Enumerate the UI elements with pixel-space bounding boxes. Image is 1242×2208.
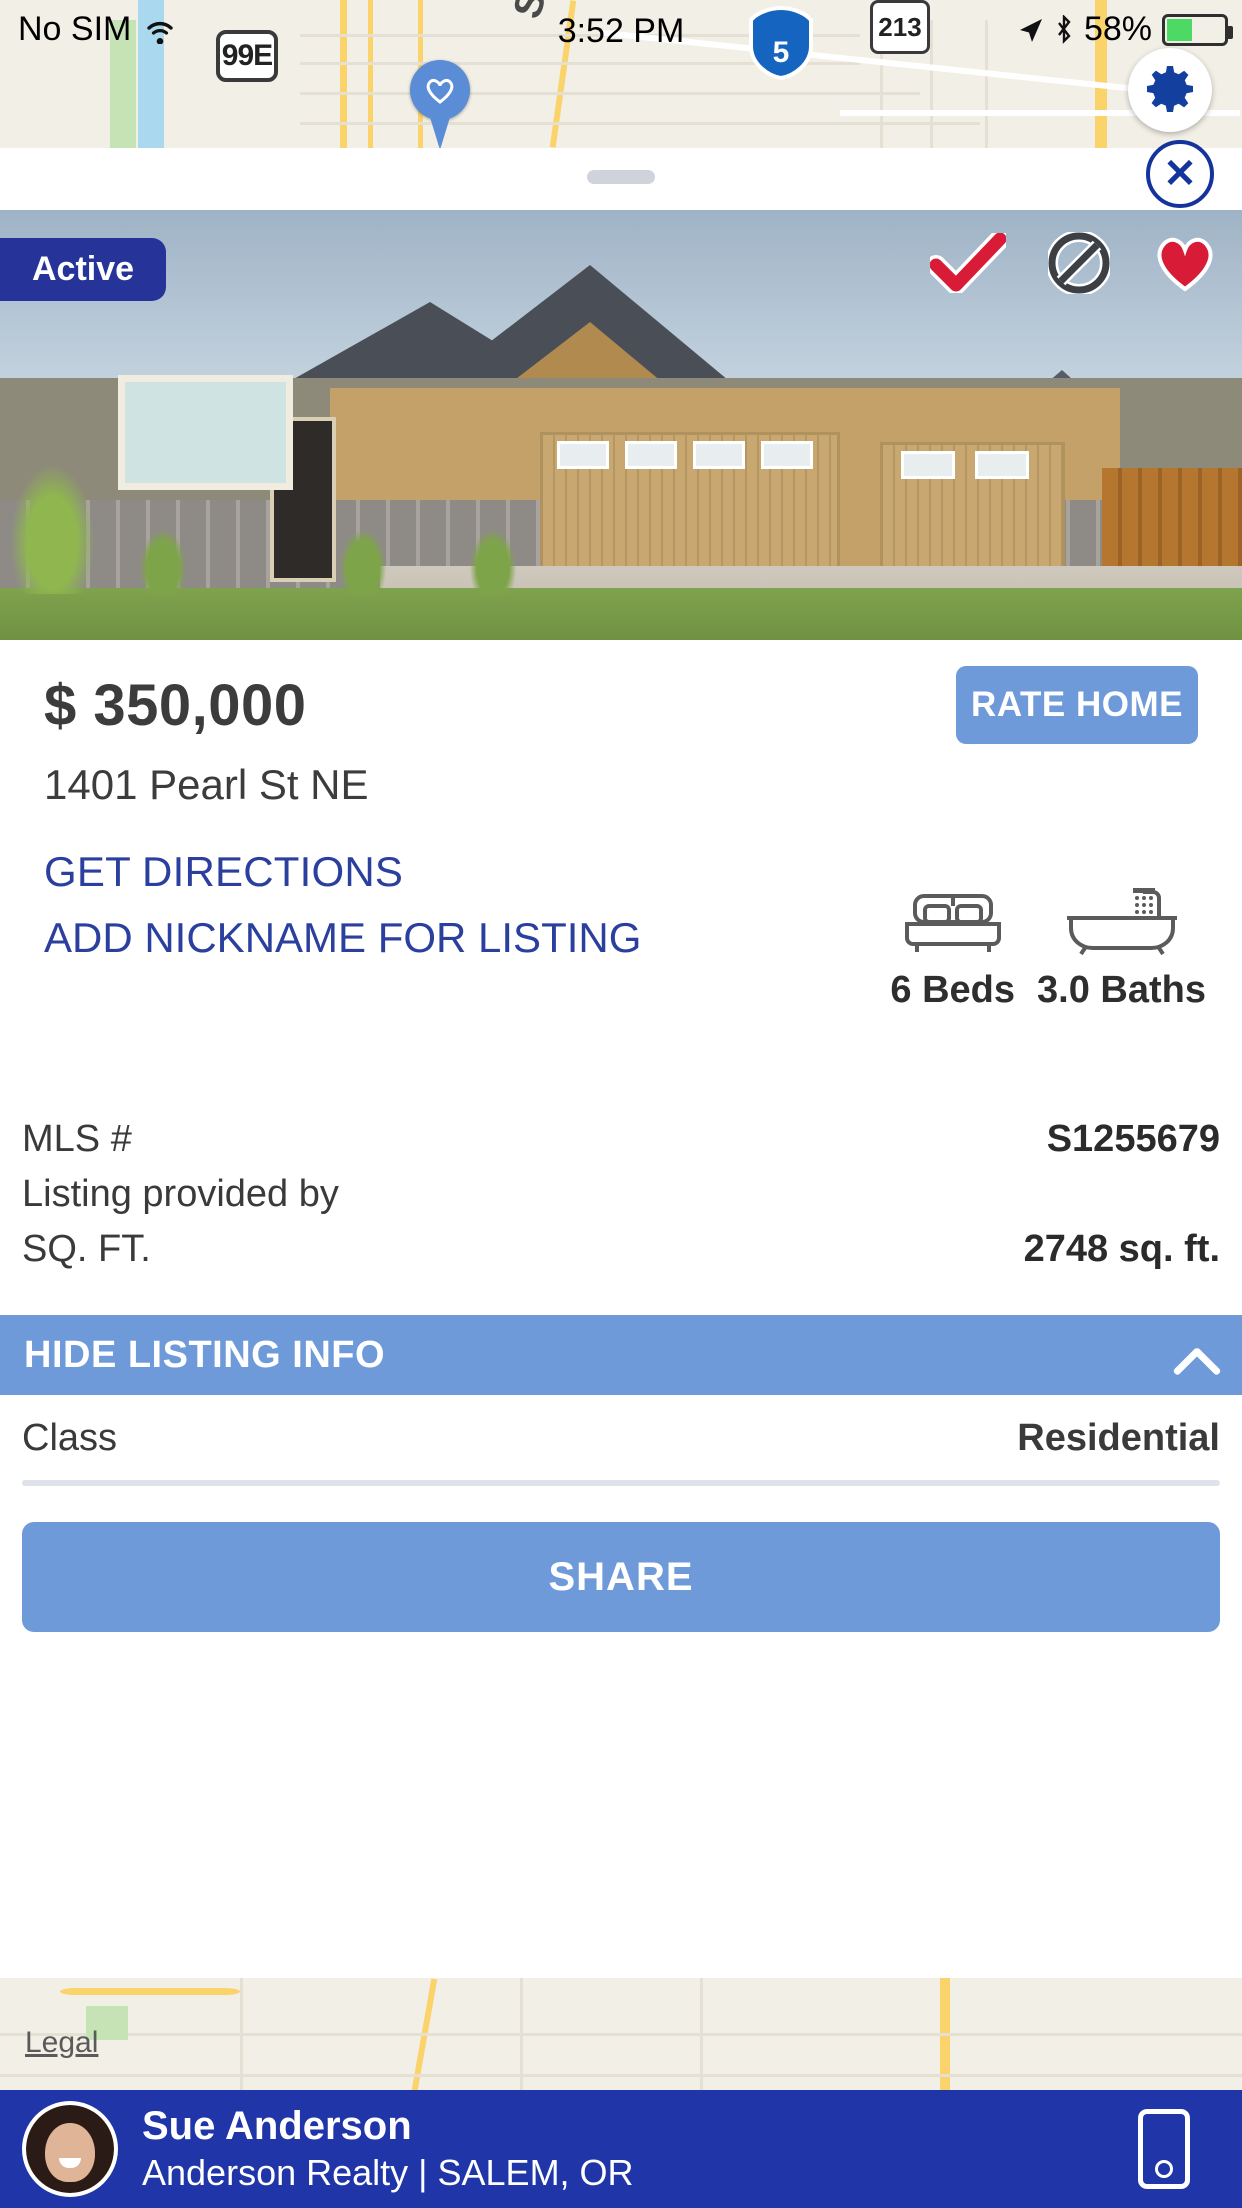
beds-label: 6 Beds	[890, 969, 1016, 1011]
photo-action-group	[930, 232, 1218, 294]
battery-icon	[1162, 13, 1233, 46]
chevron-up-icon	[1172, 1332, 1218, 1378]
class-value: Residential	[1017, 1417, 1220, 1459]
detail-value: 2748 sq. ft.	[1023, 1228, 1220, 1270]
class-row: Class Residential	[0, 1395, 1242, 1480]
location-arrow-icon	[1019, 18, 1042, 42]
agent-footer-bar[interactable]: Sue Anderson Anderson Realty | SALEM, OR	[0, 2090, 1242, 2208]
share-button[interactable]: SHARE	[22, 1522, 1220, 1632]
bathtub-icon	[1066, 888, 1177, 956]
detail-key: Listing provided by	[22, 1173, 339, 1215]
hide-listing-info-label: HIDE LISTING INFO	[24, 1333, 386, 1376]
photo-garage-door-single	[880, 442, 1065, 582]
mobile-phone-icon[interactable]	[1138, 2109, 1190, 2189]
detail-row: SQ. FT. 2748 sq. ft.	[22, 1222, 1220, 1277]
photo-shrub	[470, 530, 516, 594]
photo-garage-door-double	[540, 432, 840, 582]
heart-pin-icon[interactable]	[410, 60, 470, 148]
sheet-header: ✕	[0, 140, 1242, 210]
actions-section: GET DIRECTIONS ADD NICKNAME FOR LISTING …	[0, 848, 1242, 1078]
listing-details-list: MLS # S1255679 Listing provided by SQ. F…	[0, 1078, 1242, 1289]
baths-label: 3.0 Baths	[1037, 969, 1206, 1011]
photo-shrub	[340, 530, 386, 594]
hide-listing-info-button[interactable]: HIDE LISTING INFO	[0, 1315, 1242, 1395]
beds-stat: 6 Beds	[890, 884, 1015, 1012]
listing-detail-sheet: ✕ Active $ 350,000 1401 Pearl St NE RATE…	[0, 140, 1242, 1978]
class-key: Class	[22, 1417, 118, 1459]
drag-handle[interactable]	[587, 170, 655, 184]
heart-glyph	[426, 79, 454, 104]
battery-percent-label: 58%	[1083, 10, 1152, 48]
agent-subtitle: Anderson Realty | SALEM, OR	[142, 2152, 634, 2193]
legal-link[interactable]: Legal	[25, 2026, 98, 2060]
approve-check-icon[interactable]	[930, 233, 1006, 293]
bed-icon	[904, 894, 1001, 952]
map-background-bottom[interactable]: Legal	[0, 1978, 1242, 2108]
bluetooth-icon	[1057, 14, 1071, 44]
agent-info: Sue Anderson Anderson Realty | SALEM, OR	[142, 2104, 634, 2194]
photo-lawn	[0, 588, 1242, 640]
address-label: 1401 Pearl St NE	[44, 761, 369, 808]
divider	[22, 1480, 1220, 1486]
property-stats: 6 Beds 3.0 Baths	[890, 884, 1206, 1012]
close-button[interactable]: ✕	[1146, 140, 1214, 208]
detail-row: MLS # S1255679	[22, 1112, 1220, 1167]
baths-stat: 3.0 Baths	[1037, 884, 1206, 1012]
photo-tree	[10, 464, 95, 594]
reject-prohibited-icon[interactable]	[1048, 232, 1110, 294]
status-badge: Active	[0, 238, 167, 301]
price-section: $ 350,000 1401 Pearl St NE RATE HOME	[0, 640, 1242, 840]
detail-key: MLS #	[22, 1118, 132, 1160]
agent-avatar[interactable]	[22, 2101, 118, 2197]
status-right-group: 58%	[1018, 10, 1233, 49]
gear-icon	[1147, 66, 1193, 112]
rate-home-button[interactable]: RATE HOME	[956, 666, 1198, 744]
status-bar: No SIM 3:52 PM 58%	[0, 0, 1242, 62]
detail-value: S1255679	[1046, 1118, 1220, 1160]
photo-window	[118, 375, 293, 490]
property-photo[interactable]: Active	[0, 210, 1242, 640]
detail-row: Listing provided by	[22, 1167, 1220, 1222]
photo-shrub	[140, 530, 186, 594]
detail-key: SQ. FT.	[22, 1228, 151, 1270]
favorite-heart-icon[interactable]	[1152, 233, 1218, 293]
agent-name: Sue Anderson	[142, 2104, 412, 2148]
map-tiles-bottom	[0, 1978, 1242, 2108]
